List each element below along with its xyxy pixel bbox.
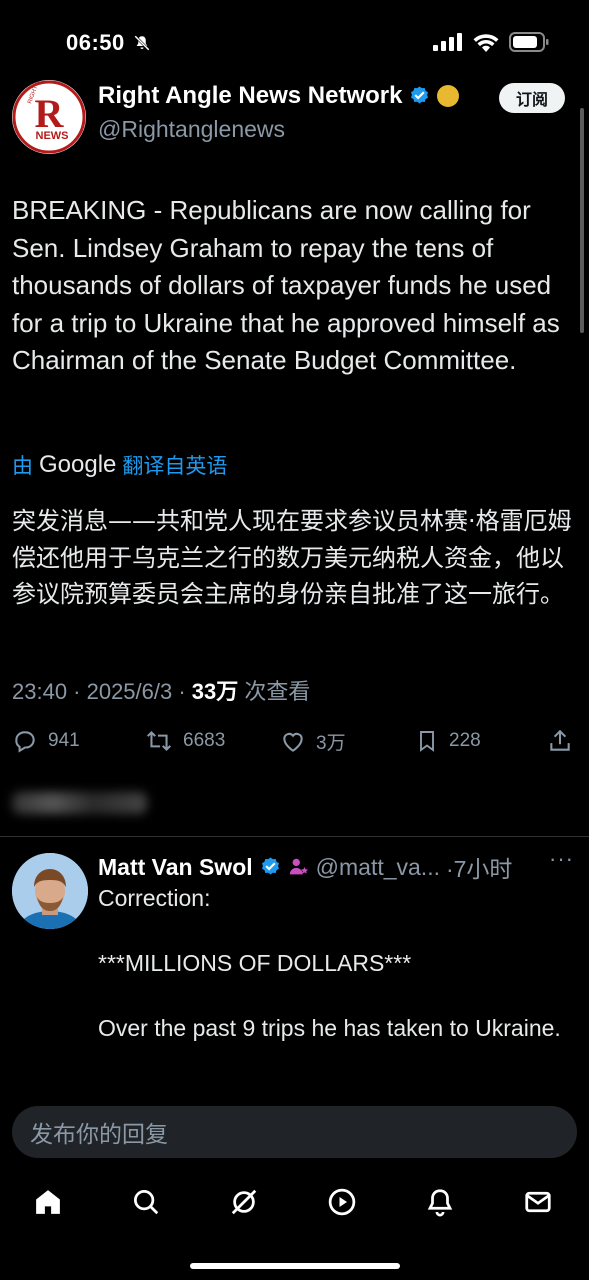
tab-grok[interactable] [228, 1186, 260, 1218]
home-icon [36, 1190, 60, 1214]
right-angle-news-logo: R RIGHT ANGLE NEWS [12, 80, 86, 154]
translate-prefix: 由 [12, 455, 33, 478]
reply-author-name[interactable]: Matt Van Swol [98, 854, 253, 881]
divider [0, 836, 589, 837]
scrollbar[interactable] [580, 108, 584, 333]
like-icon [283, 732, 303, 752]
affiliate-badge-icon [289, 858, 308, 875]
tab-messages[interactable] [522, 1186, 554, 1218]
status-indicators [433, 32, 549, 52]
like-count: 3万 [316, 733, 346, 754]
grok-icon [231, 1189, 257, 1215]
blurred-text [12, 792, 147, 814]
mute-bell-icon [134, 35, 151, 51]
google-logo: Google [39, 451, 117, 478]
video-icon [328, 1188, 356, 1216]
tab-home[interactable] [32, 1186, 64, 1218]
tab-search[interactable] [130, 1186, 162, 1218]
reply-avatar[interactable] [12, 853, 88, 929]
views-label: 次查看 [238, 679, 311, 704]
share-button[interactable] [547, 728, 573, 754]
reply-count: 941 [48, 730, 80, 751]
share-icon [550, 729, 570, 751]
gold-badge-icon [437, 85, 460, 107]
tweet-meta: 23:40 · 2025/6/3 · 33万 次查看 [12, 674, 310, 706]
reply-header: Matt Van Swol @matt_va... ·7小时 ··· [98, 846, 578, 884]
reply-line: Over the past 9 trips he has taken to Uk… [98, 1015, 561, 1041]
notifications-icon [427, 1189, 453, 1217]
battery-icon [509, 32, 549, 52]
reply-compose-input[interactable]: 发布你的回复 [12, 1106, 577, 1158]
author-handle[interactable]: @Rightanglenews [98, 116, 285, 143]
retweet-button[interactable]: 6683 [145, 728, 225, 754]
search-icon [134, 1190, 159, 1215]
messages-icon [525, 1191, 551, 1213]
subscribe-button[interactable]: 订阅 [499, 83, 565, 113]
reply-icon [15, 731, 35, 753]
reply-time[interactable]: ·7小时 [446, 850, 512, 884]
like-button[interactable]: 3万 [280, 728, 346, 755]
author-name[interactable]: Right Angle News Network [98, 82, 402, 110]
bookmark-button[interactable]: 228 [415, 728, 481, 754]
translated-text: 突发消息——共和党人现在要求参议员林赛·格雷厄姆偿还他用于乌克兰之行的数万美元纳… [12, 507, 572, 608]
translate-suffix: 翻译自英语 [122, 455, 228, 478]
svg-text:NEWS: NEWS [36, 130, 69, 142]
signal-icon [433, 33, 462, 51]
bookmark-icon [420, 731, 434, 752]
reply-text: Correction: ***MILLIONS OF DOLLARS*** Ov… [98, 882, 568, 1044]
status-time: 06:50 [66, 30, 151, 56]
retweet-icon [146, 730, 172, 752]
verified-badge-icon [411, 85, 429, 103]
reply-button[interactable]: 941 [12, 728, 80, 754]
tab-notifications[interactable] [424, 1186, 456, 1218]
home-indicator[interactable] [190, 1263, 400, 1269]
author-avatar[interactable]: R RIGHT ANGLE NEWS [12, 80, 86, 154]
author-name-row: Right Angle News Network [98, 82, 460, 110]
bookmark-count: 228 [449, 730, 481, 751]
wifi-icon [473, 33, 499, 52]
verified-badge-icon [261, 856, 279, 874]
translation-attribution[interactable]: 由 Google 翻译自英语 [12, 450, 227, 480]
more-options-icon[interactable]: ··· [549, 846, 574, 872]
tweet-actions: 941 6683 3万 228 [12, 728, 577, 760]
tweet-text: BREAKING - Republicans are now calling f… [12, 195, 560, 375]
tab-video[interactable] [326, 1186, 358, 1218]
views-count: 33万 [191, 679, 239, 704]
reply-line: Correction: [98, 885, 211, 911]
retweet-count: 6683 [183, 730, 226, 751]
reply-line: ***MILLIONS OF DOLLARS*** [98, 950, 412, 976]
tweet-timestamp[interactable]: 23:40 · 2025/6/3 · [12, 679, 192, 704]
reply-avatar-photo [12, 853, 88, 929]
reply-author-handle[interactable]: @matt_va... [316, 854, 440, 881]
